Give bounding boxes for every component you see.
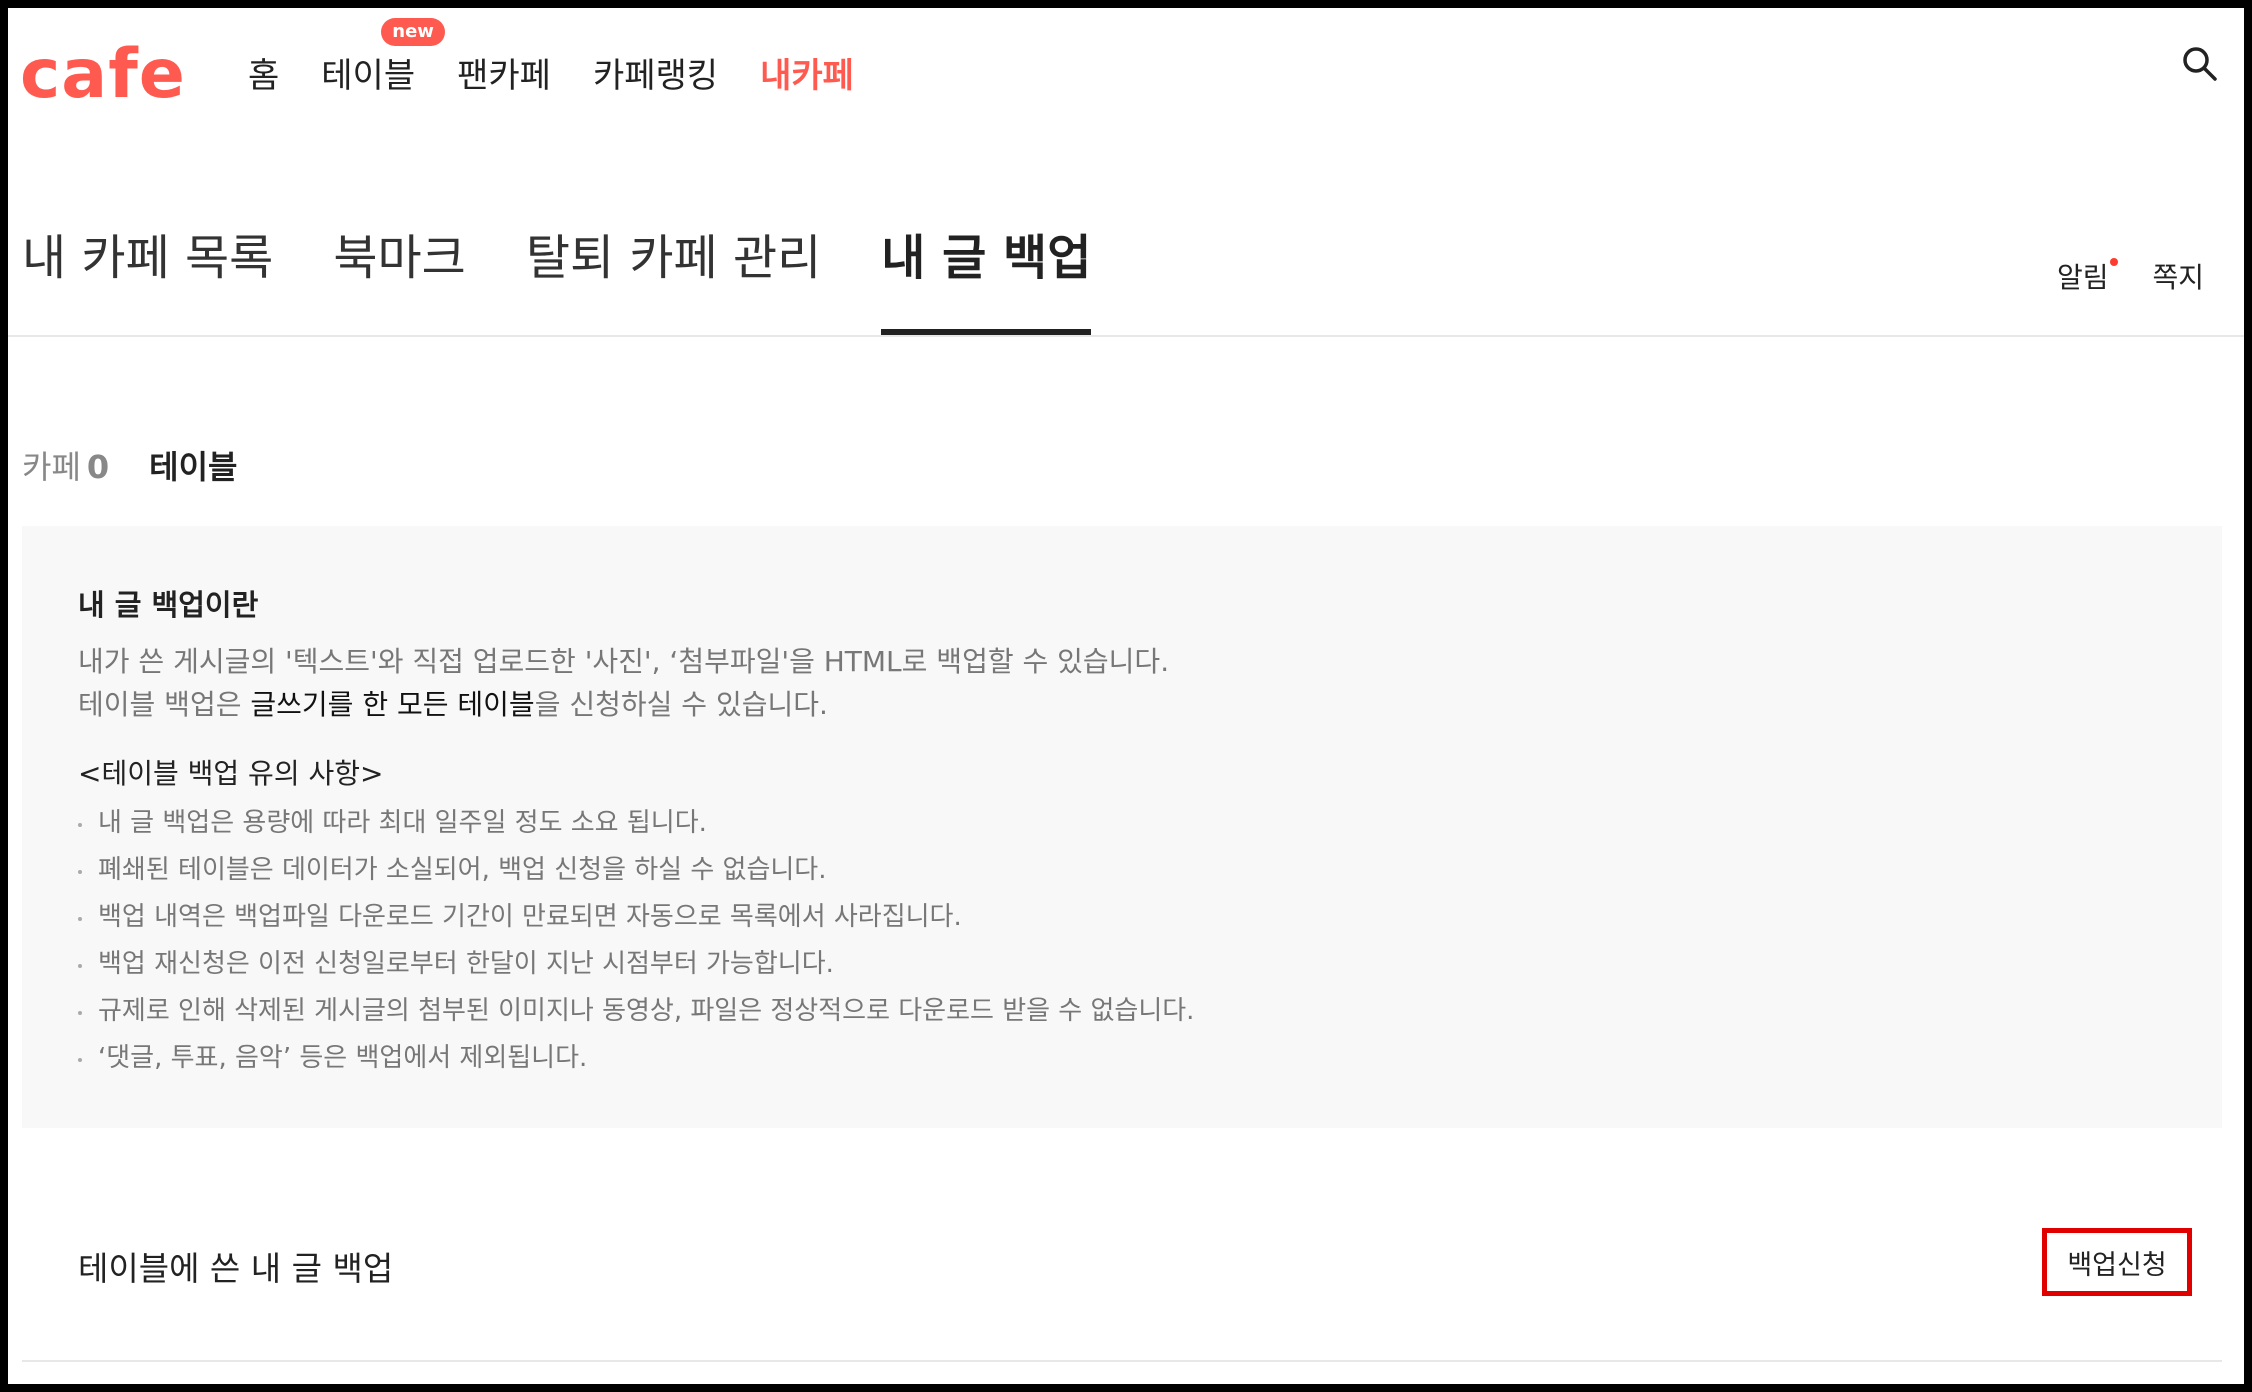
info-title: 내 글 백업이란 xyxy=(78,588,259,622)
tabs-divider xyxy=(8,335,2244,337)
notice-item: 폐쇄된 테이블은 데이터가 소실되어, 백업 신청을 하실 수 없습니다. xyxy=(78,847,1194,894)
subtab-cafe[interactable]: 카페 0 xyxy=(22,442,109,488)
notice-item: 규제로 인해 삭제된 게시글의 첨부된 이미지나 동영상, 파일은 정상적으로 … xyxy=(78,988,1194,1035)
nav-cafe-ranking[interactable]: 카페랭킹 xyxy=(593,48,718,97)
backup-subtabs: 카페 0 테이블 xyxy=(22,442,277,488)
subtab-cafe-label: 카페 xyxy=(22,448,81,486)
notice-item: 백업 재신청은 이전 신청일로부터 한달이 지난 시점부터 가능합니다. xyxy=(78,941,1194,988)
util-links: 알림 쪽지 xyxy=(2013,256,2204,296)
subtab-table[interactable]: 테이블 xyxy=(149,442,237,488)
tab-bookmark[interactable]: 북마크 xyxy=(333,226,465,290)
bottom-divider xyxy=(22,1360,2222,1362)
notification-link[interactable]: 알림 xyxy=(2056,256,2119,296)
notice-item: 내 글 백업은 용량에 따라 최대 일주일 정도 소요 됩니다. xyxy=(78,800,1194,847)
section-tabs: 내 카페 목록 북마크 탈퇴 카페 관리 내 글 백업 xyxy=(22,226,1151,336)
subtab-cafe-count: 0 xyxy=(86,448,110,486)
table-backup-label: 테이블에 쓴 내 글 백업 xyxy=(78,1249,394,1288)
nav-table-label: 테이블 xyxy=(321,55,416,96)
cafe-logo[interactable]: cafe xyxy=(20,32,186,118)
info-desc-2-pre: 테이블 백업은 xyxy=(78,688,251,721)
tab-my-cafe-list[interactable]: 내 카페 목록 xyxy=(22,226,273,290)
notice-item: 백업 내역은 백업파일 다운로드 기간이 만료되면 자동으로 목록에서 사라집니… xyxy=(78,894,1194,941)
notice-title: <테이블 백업 유의 사항> xyxy=(78,757,384,790)
page: cafe 홈 테이블 new 팬카페 카페랭킹 내카페 내 카페 목록 북마크 … xyxy=(8,8,2244,1384)
nav-fancafe[interactable]: 팬카페 xyxy=(457,48,551,97)
notice-list: 내 글 백업은 용량에 따라 최대 일주일 정도 소요 됩니다. 폐쇄된 테이블… xyxy=(78,800,1194,1082)
info-desc-2-post: 을 신청하실 수 있습니다. xyxy=(534,688,828,721)
search-icon xyxy=(2183,47,2217,81)
info-desc-line-2: 테이블 백업은 글쓰기를 한 모든 테이블을 신청하실 수 있습니다. xyxy=(78,683,1169,726)
new-badge: new xyxy=(381,17,445,46)
message-link[interactable]: 쪽지 xyxy=(2152,256,2204,296)
notice-item: ‘댓글, 투표, 음악’ 등은 백업에서 제외됩니다. xyxy=(78,1035,1194,1082)
search-button[interactable] xyxy=(2180,44,2220,84)
nav-home[interactable]: 홈 xyxy=(248,48,279,97)
global-nav: 홈 테이블 new 팬카페 카페랭킹 내카페 xyxy=(248,17,896,102)
nav-table[interactable]: 테이블 new xyxy=(321,17,445,97)
tab-my-post-backup[interactable]: 내 글 백업 xyxy=(881,226,1092,336)
info-desc-line-1: 내가 쓴 게시글의 '텍스트'와 직접 업로드한 '사진', ‘첨부파일'을 H… xyxy=(78,645,1170,678)
tab-left-cafe-manage[interactable]: 탈퇴 카페 관리 xyxy=(526,226,821,290)
backup-request-button[interactable]: 백업신청 xyxy=(2042,1228,2192,1296)
notification-dot-icon xyxy=(2110,258,2119,266)
notification-label: 알림 xyxy=(2056,261,2109,294)
nav-my-cafe[interactable]: 내카페 xyxy=(760,48,854,97)
backup-info-box: 내 글 백업이란 내가 쓴 게시글의 '텍스트'와 직접 업로드한 '사진', … xyxy=(22,526,2222,1128)
info-desc-2-bold: 글쓰기를 한 모든 테이블 xyxy=(250,688,535,721)
info-description: 내가 쓴 게시글의 '텍스트'와 직접 업로드한 '사진', ‘첨부파일'을 H… xyxy=(78,640,1169,726)
